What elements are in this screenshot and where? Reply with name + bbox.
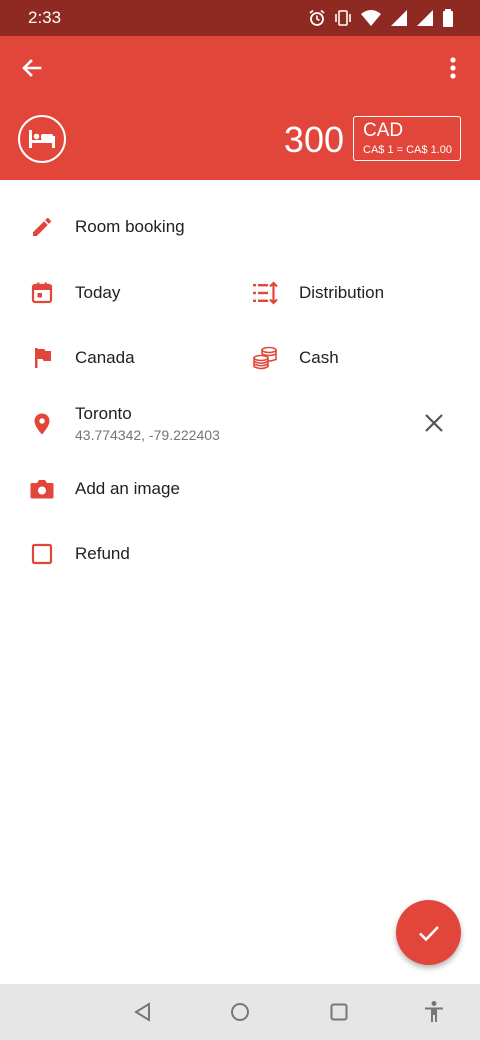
more-options-button[interactable] <box>438 50 468 86</box>
date-label: Today <box>75 283 121 302</box>
distribution-label: Distribution <box>299 283 385 302</box>
signal-icon-2 <box>417 10 433 26</box>
more-vert-icon <box>450 57 456 79</box>
country-label: Canada <box>75 348 135 367</box>
add-image-row[interactable]: Add an image <box>29 476 449 502</box>
alarm-icon <box>309 9 325 26</box>
refund-checkbox[interactable] <box>29 541 55 567</box>
calendar-icon <box>29 280 55 306</box>
date-row[interactable]: Today <box>29 280 229 306</box>
camera-icon <box>29 476 55 502</box>
category-button[interactable] <box>18 115 66 163</box>
location-name: Toronto <box>75 404 132 423</box>
circle-home-icon <box>231 1003 249 1021</box>
vibrate-icon <box>335 10 351 26</box>
currency-code: CAD <box>363 120 404 141</box>
nav-accessibility-button[interactable] <box>420 998 448 1026</box>
distribution-icon <box>252 280 278 306</box>
location-pin-icon <box>29 411 55 437</box>
title-row[interactable]: Room booking <box>29 214 449 240</box>
status-bar: 2:33 <box>0 0 480 36</box>
battery-icon <box>443 9 453 27</box>
currency-selector[interactable]: CAD CA$ 1 = CA$ 1.00 <box>353 116 461 161</box>
pencil-icon <box>29 214 55 240</box>
refund-label: Refund <box>75 544 130 563</box>
flag-icon <box>29 345 55 371</box>
distribution-row[interactable]: Distribution <box>252 280 452 306</box>
bed-icon <box>29 130 55 148</box>
nav-back-button[interactable] <box>128 998 156 1026</box>
wifi-icon <box>361 10 381 26</box>
arrow-back-icon <box>22 59 42 77</box>
currency-rate: CA$ 1 = CA$ 1.00 <box>363 144 452 156</box>
status-time: 2:33 <box>28 8 62 27</box>
coins-icon <box>252 345 278 371</box>
add-image-label: Add an image <box>75 479 180 498</box>
status-icons <box>308 8 454 28</box>
nav-home-button[interactable] <box>226 998 254 1026</box>
amount-display[interactable]: 300 <box>284 120 344 160</box>
system-nav-bar <box>0 984 480 1040</box>
clear-location-button[interactable] <box>420 409 448 437</box>
square-recents-icon <box>330 1003 348 1021</box>
payment-label: Cash <box>299 348 339 367</box>
app-bar: 300 CAD CA$ 1 = CA$ 1.00 <box>0 36 480 180</box>
close-icon <box>425 414 443 432</box>
accessibility-icon <box>425 1001 443 1022</box>
location-row[interactable]: Toronto 43.774342, -79.222403 <box>29 404 449 443</box>
nav-recents-button[interactable] <box>325 998 353 1026</box>
save-button[interactable] <box>396 900 461 965</box>
check-icon <box>418 925 439 941</box>
refund-row[interactable]: Refund <box>29 541 449 567</box>
signal-icon <box>391 10 407 26</box>
title-label: Room booking <box>75 217 185 236</box>
triangle-back-icon <box>134 1002 150 1022</box>
payment-row[interactable]: Cash <box>252 345 452 371</box>
country-row[interactable]: Canada <box>29 345 229 371</box>
location-coords: 43.774342, -79.222403 <box>75 427 220 443</box>
back-button[interactable] <box>14 50 50 86</box>
location-text: Toronto 43.774342, -79.222403 <box>75 404 220 443</box>
